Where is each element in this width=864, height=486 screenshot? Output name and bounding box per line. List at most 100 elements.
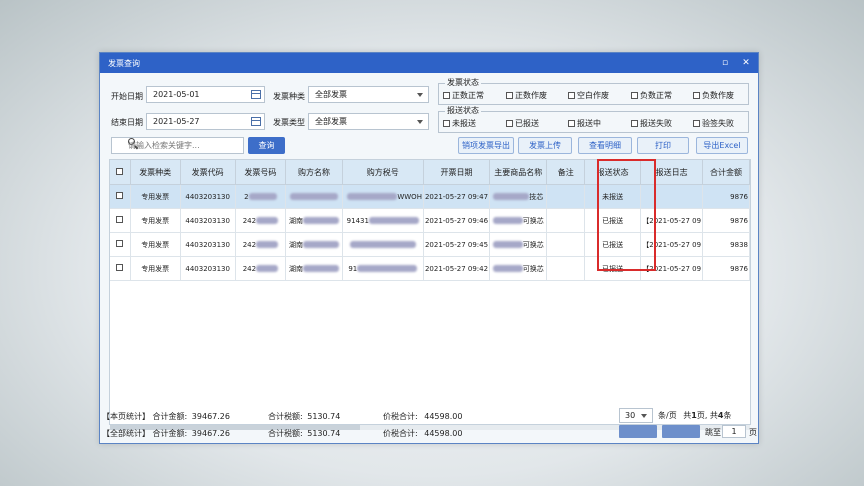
cell-amount: 9876 bbox=[702, 208, 750, 233]
cell-remark bbox=[546, 232, 586, 257]
report-status-highlight bbox=[597, 159, 656, 271]
cell-kind: 专用发票 bbox=[130, 232, 181, 257]
report-status-group: 报送状态 未报送 已报送 报送中 报送失败 验签失败 bbox=[438, 106, 749, 133]
row-checkbox[interactable] bbox=[110, 232, 131, 257]
cell-remark bbox=[546, 208, 586, 233]
all-tax-summary: 合计税额: 5130.74 bbox=[268, 429, 341, 438]
cell-buyer: 湖南 bbox=[285, 232, 343, 257]
chevron-down-icon bbox=[417, 93, 423, 97]
page-summary: 【本页统计】 合计金额: 39467.26 bbox=[102, 412, 230, 421]
cell-buyer: 湖南 bbox=[285, 256, 343, 281]
header-cell[interactable]: 发票代码 bbox=[180, 160, 236, 185]
cell-remark bbox=[546, 256, 586, 281]
cell-date: 2021-05-27 09:47 bbox=[423, 184, 491, 209]
checkbox-report-status-1[interactable]: 未报送 bbox=[443, 119, 476, 129]
cell-kind: 专用发票 bbox=[130, 256, 181, 281]
invoice-type-value: 全部发票 bbox=[315, 117, 347, 126]
page-size-select[interactable]: 30 bbox=[619, 408, 653, 423]
cell-amount: 9876 bbox=[702, 256, 750, 281]
calendar-icon[interactable] bbox=[251, 90, 261, 99]
start-date-label: 开始日期 bbox=[111, 92, 143, 101]
header-select-all[interactable] bbox=[110, 160, 131, 185]
header-cell[interactable]: 主要商品名称 bbox=[489, 160, 548, 185]
chevron-down-icon bbox=[641, 414, 647, 418]
header-cell[interactable]: 发票种类 bbox=[130, 160, 181, 185]
next-page-button[interactable] bbox=[662, 425, 700, 438]
cell-date: 2021-05-27 09:45 bbox=[423, 232, 491, 257]
goto-label: 跳至 bbox=[705, 428, 721, 437]
page-suffix: 页 bbox=[749, 428, 757, 437]
row-checkbox[interactable] bbox=[110, 208, 131, 233]
goto-page-input[interactable]: 1 bbox=[722, 425, 746, 438]
invoice-query-window: 发票查询 ▫ ✕ 开始日期 2021-05-01 发票种类 全部发票 结束日期 … bbox=[99, 52, 759, 444]
cell-code: 4403203130 bbox=[180, 256, 236, 281]
cell-kind: 专用发票 bbox=[130, 208, 181, 233]
invoice-type-select[interactable]: 全部发票 bbox=[308, 113, 429, 130]
pager-info: 条/页 共1页, 共4条 bbox=[658, 411, 732, 420]
cell-tax-id: 91431 bbox=[342, 208, 424, 233]
view-detail-button[interactable]: 查看明细 bbox=[578, 137, 632, 154]
all-summary: 【全部统计】 合计金额: 39467.26 bbox=[102, 429, 230, 438]
search-placeholder: 请输入检索关键字... bbox=[128, 141, 200, 150]
cell-date: 2021-05-27 09:46 bbox=[423, 208, 491, 233]
window-title: 发票查询 bbox=[108, 59, 140, 68]
checkbox-icon[interactable] bbox=[116, 167, 124, 175]
header-cell[interactable]: 发票号码 bbox=[235, 160, 287, 185]
prev-page-button[interactable] bbox=[619, 425, 657, 438]
all-gross-summary: 价税合计: 44598.00 bbox=[383, 429, 463, 438]
invoice-kind-value: 全部发票 bbox=[315, 90, 347, 99]
checkbox-invoice-status-5[interactable]: 负数作废 bbox=[693, 91, 734, 101]
checkbox-report-status-2[interactable]: 已报送 bbox=[506, 119, 539, 129]
invoice-kind-select[interactable]: 全部发票 bbox=[308, 86, 429, 103]
invoice-status-title: 发票状态 bbox=[445, 78, 481, 88]
cell-date: 2021-05-27 09:42 bbox=[423, 256, 491, 281]
print-button[interactable]: 打印 bbox=[637, 137, 689, 154]
close-icon[interactable]: ✕ bbox=[740, 57, 752, 69]
cell-goods: 可换芯 bbox=[489, 256, 548, 281]
cell-code: 4403203130 bbox=[180, 208, 236, 233]
page-tax-summary: 合计税额: 5130.74 bbox=[268, 412, 341, 421]
export-excel-button[interactable]: 导出Excel bbox=[696, 137, 748, 154]
end-date-value: 2021-05-27 bbox=[153, 117, 200, 126]
checkbox-invoice-status-3[interactable]: 空白作废 bbox=[568, 91, 609, 101]
header-cell[interactable]: 开票日期 bbox=[423, 160, 491, 185]
checkbox-report-status-3[interactable]: 报送中 bbox=[568, 119, 601, 129]
header-cell[interactable]: 备注 bbox=[546, 160, 586, 185]
cell-number: 242 bbox=[235, 208, 287, 233]
search-input[interactable]: 请输入检索关键字... bbox=[111, 137, 244, 154]
checkbox-invoice-status-2[interactable]: 正数作废 bbox=[506, 91, 547, 101]
upload-button[interactable]: 发票上传 bbox=[518, 137, 572, 154]
start-date-field[interactable]: 2021-05-01 bbox=[146, 86, 265, 103]
export-invoices-button[interactable]: 销项发票导出 bbox=[458, 137, 514, 154]
minimize-icon[interactable]: ▫ bbox=[719, 57, 731, 69]
checkbox-invoice-status-4[interactable]: 负数正常 bbox=[631, 91, 672, 101]
row-checkbox[interactable] bbox=[110, 256, 131, 281]
checkbox-report-status-4[interactable]: 报送失败 bbox=[631, 119, 672, 129]
cell-number: 2 bbox=[235, 184, 287, 209]
end-date-field[interactable]: 2021-05-27 bbox=[146, 113, 265, 130]
cell-amount: 9876 bbox=[702, 184, 750, 209]
cell-number: 242 bbox=[235, 256, 287, 281]
cell-tax-id: 91 bbox=[342, 256, 424, 281]
cell-goods: 可换芯 bbox=[489, 232, 548, 257]
header-cell[interactable]: 购方税号 bbox=[342, 160, 424, 185]
page-gross-summary: 价税合计: 44598.00 bbox=[383, 412, 463, 421]
header-cell[interactable]: 合计金额 bbox=[702, 160, 750, 185]
cell-goods: 技芯 bbox=[489, 184, 548, 209]
title-bar: 发票查询 ▫ ✕ bbox=[100, 53, 758, 73]
invoice-type-label: 发票类型 bbox=[273, 118, 305, 127]
start-date-value: 2021-05-01 bbox=[153, 90, 200, 99]
cell-code: 4403203130 bbox=[180, 184, 236, 209]
invoice-status-group: 发票状态 正数正常 正数作废 空白作废 负数正常 负数作废 bbox=[438, 78, 749, 105]
chevron-down-icon bbox=[417, 120, 423, 124]
cell-tax-id bbox=[342, 232, 424, 257]
row-checkbox[interactable] bbox=[110, 184, 131, 209]
invoice-kind-label: 发票种类 bbox=[273, 92, 305, 101]
checkbox-report-status-5[interactable]: 验签失败 bbox=[693, 119, 734, 129]
header-cell[interactable]: 购方名称 bbox=[285, 160, 343, 185]
cell-code: 4403203130 bbox=[180, 232, 236, 257]
cell-buyer: 湖南 bbox=[285, 208, 343, 233]
checkbox-invoice-status-1[interactable]: 正数正常 bbox=[443, 91, 484, 101]
search-button[interactable]: 查询 bbox=[248, 137, 285, 154]
calendar-icon[interactable] bbox=[251, 117, 261, 126]
